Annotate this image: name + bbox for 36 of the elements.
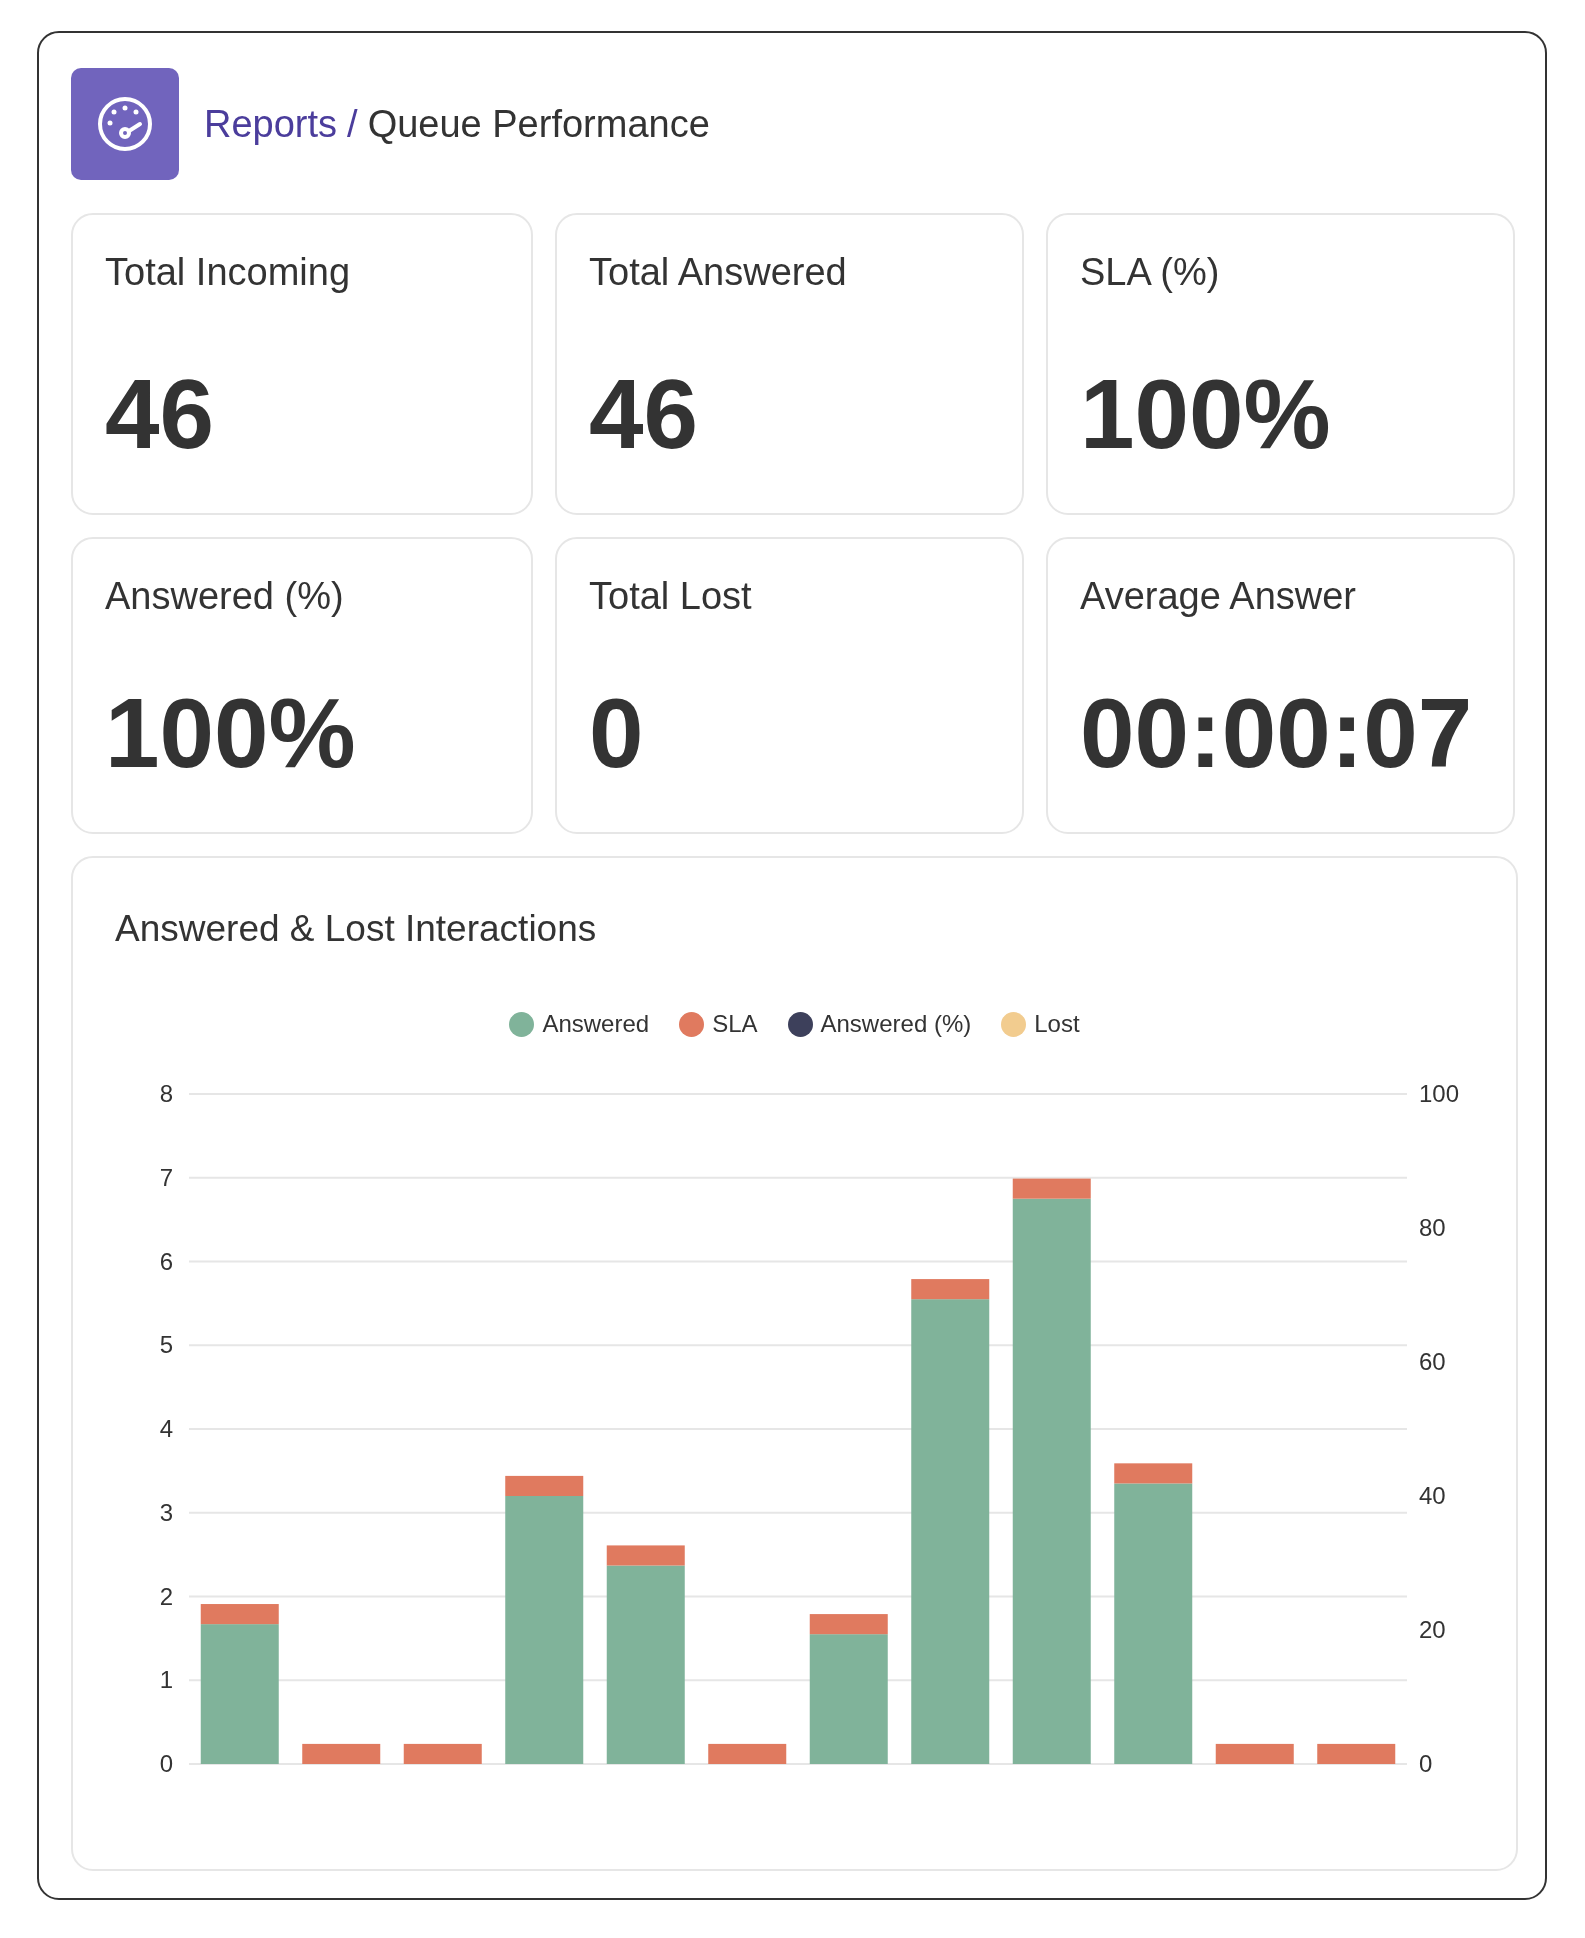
legend-item[interactable]: Answered xyxy=(509,1010,650,1038)
legend-item[interactable]: Lost xyxy=(1001,1010,1080,1038)
stat-value: 0 xyxy=(589,684,645,790)
legend-item[interactable]: SLA xyxy=(679,1010,758,1038)
axis-label: 0 xyxy=(1419,1750,1433,1777)
axis-label: 60 xyxy=(1419,1348,1446,1375)
stat-label: Average Answer xyxy=(1080,575,1358,618)
stat-value: 100% xyxy=(105,684,357,790)
breadcrumb-link[interactable]: Reports xyxy=(204,102,338,146)
axis-label: 8 xyxy=(159,1080,173,1107)
axis-label: 5 xyxy=(159,1331,173,1359)
chart-title: Answered & Lost Interactions xyxy=(114,908,598,950)
axis-label: 2 xyxy=(159,1582,173,1610)
axis-label: 0 xyxy=(159,1750,173,1777)
axis-label: 40 xyxy=(1419,1482,1446,1509)
page-title: Queue Performance xyxy=(367,102,710,146)
axis-label: 4 xyxy=(159,1415,173,1442)
stat-value: 00:00:07 xyxy=(1080,684,1474,790)
axis-label: 100 xyxy=(1419,1080,1460,1107)
stat-value: 100% xyxy=(1080,365,1332,471)
axis-label: 1 xyxy=(159,1666,173,1694)
stat-label: Total Lost xyxy=(589,575,753,618)
stat-value: 46 xyxy=(589,365,699,471)
axis-label: 20 xyxy=(1419,1616,1446,1643)
stat-label: Answered (%) xyxy=(105,575,345,618)
axis-label: 80 xyxy=(1419,1214,1446,1241)
legend-item[interactable]: Answered (%) xyxy=(787,1010,972,1038)
stat-value: 46 xyxy=(105,365,215,471)
breadcrumb-separator: / xyxy=(347,102,358,146)
gauge-icon xyxy=(97,96,153,152)
axis-label: 6 xyxy=(159,1247,173,1275)
axis-label: 3 xyxy=(159,1498,173,1526)
stat-label: SLA (%) xyxy=(1080,251,1221,294)
axis-label: 7 xyxy=(159,1163,173,1191)
stat-label: Total Incoming xyxy=(105,251,351,294)
stat-label: Total Answered xyxy=(589,251,848,294)
